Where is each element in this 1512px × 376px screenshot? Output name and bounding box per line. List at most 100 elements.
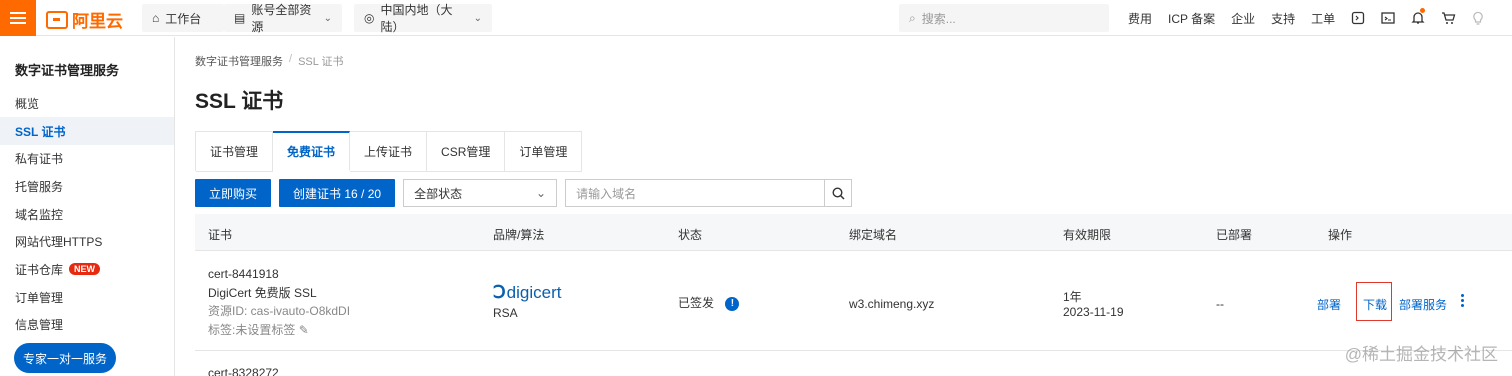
toolbar: 立即购买 创建证书 16 / 20 全部状态 ⌄ 请输入域名 (195, 179, 853, 207)
tab-order-management[interactable]: 订单管理 (505, 132, 583, 172)
workbench-button[interactable]: ⌂ 工作台 (142, 4, 224, 32)
top-link-ticket[interactable]: 工单 (1303, 10, 1343, 27)
tab-upload-cert[interactable]: 上传证书 (350, 132, 428, 172)
column-header-domain: 绑定域名 (849, 228, 898, 242)
sidebar-item-label: 私有证书 (15, 151, 64, 166)
resource-scope-label: 账号全部资源 (251, 3, 312, 34)
breadcrumb-separator: / (289, 53, 293, 65)
cart-icon[interactable] (1433, 0, 1463, 36)
region-dropdown[interactable]: ◎ 中国内地（大陆） ⌄ (354, 3, 492, 34)
search-placeholder: 搜索... (921, 11, 956, 26)
logo-text: 阿里云 (72, 12, 123, 31)
status-text: 已签发 (678, 296, 715, 310)
top-link-enterprise[interactable]: 企业 (1223, 10, 1263, 27)
cert-type: DigiCert 免费版 SSL (208, 286, 317, 300)
sidebar-item-https-proxy[interactable]: 网站代理HTTPS (0, 227, 174, 255)
deploy-link[interactable]: 部署 (1317, 296, 1341, 313)
top-link-icp[interactable]: ICP 备案 (1160, 10, 1223, 27)
column-header-actions: 操作 (1328, 228, 1353, 242)
sidebar-item-label: 信息管理 (15, 317, 64, 332)
cert-id[interactable]: cert-8441918 (208, 267, 279, 281)
breadcrumb-current: SSL 证书 (298, 56, 344, 68)
chevron-down-icon: ⌄ (323, 12, 332, 24)
cert-id[interactable]: cert-8328272 (208, 366, 279, 376)
breadcrumb-link[interactable]: 数字证书管理服务 (195, 53, 283, 69)
column-header-status: 状态 (678, 228, 703, 242)
workbench-label: 工作台 (165, 11, 202, 26)
table-row: cert-8441918 DigiCert 免费版 SSL 资源ID: cas-… (195, 251, 1512, 351)
tab-cert-management[interactable]: 证书管理 (196, 132, 274, 172)
cert-tag-label: 标签:未设置标签 (208, 323, 296, 337)
top-link-support[interactable]: 支持 (1263, 10, 1303, 27)
brand-name: digicert (506, 282, 562, 302)
deploy-service-link[interactable]: 部署服务 (1399, 296, 1447, 313)
info-icon[interactable]: ! (725, 296, 740, 311)
sidebar-item-label: 证书仓库 (15, 262, 64, 277)
tab-bar: 证书管理 免费证书 上传证书 CSR管理 订单管理 (195, 131, 583, 172)
sidebar-item-overview[interactable]: 概览 (0, 89, 174, 117)
top-links: 费用 ICP 备案 企业 支持 工单 (1120, 0, 1493, 36)
more-actions-icon[interactable] (1461, 294, 1465, 307)
breadcrumb: 数字证书管理服务 / SSL 证书 (195, 53, 344, 69)
expert-service-button[interactable]: 专家一对一服务 (14, 343, 116, 373)
page-title: SSL 证书 (195, 90, 284, 113)
sidebar-item-label: 网站代理HTTPS (15, 234, 103, 249)
buy-now-button[interactable]: 立即购买 (195, 179, 272, 207)
hamburger-menu-button[interactable] (0, 0, 36, 36)
validity-period: 1年 (1063, 290, 1082, 304)
sidebar-title: 数字证书管理服务 (15, 63, 120, 78)
domain-search-button[interactable] (824, 179, 853, 207)
resource-id: 资源ID: cas-ivauto-O8kdDI (208, 304, 351, 318)
sidebar-item-domain-monitor[interactable]: 域名监控 (0, 200, 174, 228)
sidebar-item-cert-repository[interactable]: 证书仓库 NEW (0, 255, 174, 283)
digicert-mark-icon: Ↄ (493, 282, 506, 302)
create-cert-button[interactable]: 创建证书 16 / 20 (279, 179, 396, 207)
bell-icon[interactable] (1403, 0, 1433, 36)
domain-search-placeholder: 请输入域名 (576, 186, 637, 201)
status-cell: 已签发 ! (678, 294, 740, 311)
lightbulb-icon[interactable] (1463, 0, 1493, 36)
column-header-validity: 有效期限 (1063, 228, 1112, 242)
search-icon (832, 186, 845, 200)
main-content: 数字证书管理服务 / SSL 证书 SSL 证书 证书管理 免费证书 上传证书 … (176, 37, 1512, 376)
chevron-down-icon: ⌄ (473, 12, 482, 24)
resource-icon: ▤ (234, 11, 246, 25)
aliyun-logo[interactable]: 阿里云 (46, 7, 123, 32)
cert-tag: 标签:未设置标签 ✎ (208, 321, 309, 338)
tab-free-cert[interactable]: 免费证书 (273, 131, 351, 171)
sidebar-item-ssl-cert[interactable]: SSL 证书 (0, 117, 174, 145)
region-label: 中国内地（大陆） (380, 3, 453, 34)
download-link[interactable]: 下载 (1363, 296, 1387, 313)
cloud-shell-icon[interactable] (1343, 0, 1373, 36)
global-search-input[interactable]: ⌕ 搜索... (899, 4, 1109, 32)
top-link-billing[interactable]: 费用 (1120, 10, 1160, 27)
search-icon: ⌕ (909, 10, 916, 25)
status-filter-select[interactable]: 全部状态 ⌄ (403, 179, 558, 207)
sidebar-item-label: 概览 (15, 96, 40, 111)
terminal-icon[interactable] (1373, 0, 1403, 36)
edit-icon[interactable]: ✎ (299, 323, 309, 337)
new-badge: NEW (69, 263, 101, 275)
aliyun-logo-icon (46, 10, 68, 29)
sidebar-item-label: 订单管理 (15, 290, 64, 305)
location-icon: ◎ (364, 11, 375, 25)
top-navigation-bar: 阿里云 ⌂ 工作台 ▤ 账号全部资源 ⌄ ◎ 中国内地（大陆） ⌄ ⌕ 搜索..… (0, 0, 1512, 36)
menu-icon (10, 12, 26, 24)
bound-domain: w3.chimeng.xyz (849, 297, 935, 311)
home-icon: ⌂ (152, 11, 160, 25)
column-header-brand: 品牌/算法 (493, 228, 545, 242)
sidebar-item-label: 域名监控 (15, 207, 64, 222)
sidebar-item-managed-service[interactable]: 托管服务 (0, 172, 174, 200)
sidebar: 数字证书管理服务 概览 SSL 证书 私有证书 托管服务 域名监控 网站代理HT… (0, 37, 175, 376)
chevron-down-icon: ⌄ (536, 186, 547, 200)
domain-search-input[interactable]: 请输入域名 (565, 179, 826, 207)
algorithm: RSA (493, 306, 518, 320)
sidebar-item-info-management[interactable]: 信息管理 (0, 310, 174, 338)
tab-csr-management[interactable]: CSR管理 (427, 132, 506, 172)
sidebar-item-private-cert[interactable]: 私有证书 (0, 144, 174, 172)
digicert-logo: Ↄ digicert (493, 282, 561, 303)
sidebar-item-orders[interactable]: 订单管理 (0, 283, 174, 311)
column-header-cert: 证书 (208, 228, 233, 242)
resource-scope-dropdown[interactable]: ▤ 账号全部资源 ⌄ (224, 3, 342, 34)
sidebar-item-label: 托管服务 (15, 179, 64, 194)
